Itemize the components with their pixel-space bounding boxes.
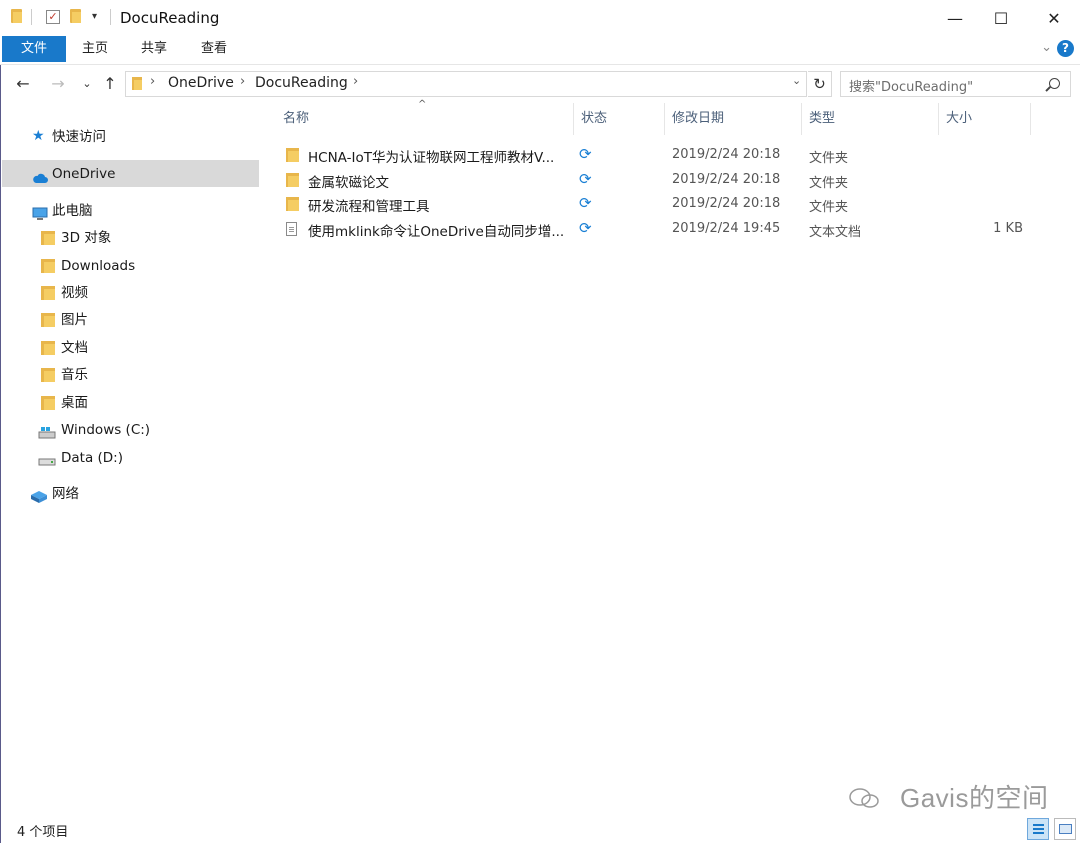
window-title: DocuReading (120, 9, 220, 27)
tab-share[interactable]: 共享 (133, 36, 175, 62)
details-view-icon[interactable] (1027, 818, 1049, 840)
sidebar-item-label: 图片 (61, 312, 88, 328)
recent-locations-chevron-icon[interactable]: ⌄ (76, 72, 98, 96)
computer-icon (32, 204, 48, 220)
sidebar-item-label: 音乐 (61, 367, 88, 383)
file-date: 2019/2/24 20:18 (672, 196, 781, 211)
folder-icon (11, 9, 22, 23)
sidebar-item-label: Downloads (61, 258, 136, 274)
sync-icon: ⟳ (579, 170, 592, 188)
file-row[interactable]: 金属软磁论文 ⟳ 2019/2/24 20:18 文件夹 (278, 168, 1030, 192)
forward-arrow-icon[interactable]: → (47, 72, 69, 96)
breadcrumb-separator[interactable]: › (150, 74, 155, 89)
help-icon[interactable]: ? (1057, 40, 1074, 57)
address-dropdown-chevron-icon[interactable]: ⌄ (792, 74, 801, 87)
tab-view[interactable]: 查看 (193, 36, 235, 62)
divider (31, 9, 32, 25)
search-input[interactable]: 搜索"DocuReading" (840, 71, 1071, 97)
sidebar-item-label: 视频 (61, 285, 88, 301)
drive-icon (38, 451, 56, 466)
wechat-icon (848, 786, 882, 810)
breadcrumb-separator[interactable]: › (240, 74, 245, 89)
folder-icon (286, 148, 299, 162)
search-placeholder: 搜索"DocuReading" (849, 80, 974, 95)
breadcrumb-onedrive[interactable]: OneDrive (168, 75, 234, 91)
file-type: 文本文档 (809, 225, 862, 240)
file-date: 2019/2/24 20:18 (672, 147, 781, 162)
file-row[interactable]: 研发流程和管理工具 ⟳ 2019/2/24 20:18 文件夹 (278, 192, 1030, 216)
file-date: 2019/2/24 19:45 (672, 221, 781, 236)
customize-quick-access-chevron-icon[interactable]: ▾ (92, 11, 97, 22)
tab-home[interactable]: 主页 (74, 36, 116, 62)
sidebar-item-label: Data (D:) (61, 450, 124, 466)
music-folder-icon (41, 368, 55, 382)
sidebar-item-label: 桌面 (61, 395, 88, 411)
breadcrumb-docureading[interactable]: DocuReading (255, 75, 348, 91)
title-bar: ✓ ▾ DocuReading — ☐ ✕ (0, 0, 1080, 36)
status-item-count: 4 个项目 (17, 825, 69, 840)
large-icons-view-icon[interactable] (1054, 818, 1076, 840)
file-date: 2019/2/24 20:18 (672, 172, 781, 187)
network-icon (30, 487, 47, 503)
3d-objects-folder-icon (41, 231, 55, 245)
downloads-folder-icon (41, 259, 55, 273)
file-name: 使用mklink命令让OneDrive自动同步增... (308, 224, 565, 240)
maximize-button[interactable]: ☐ (978, 0, 1024, 36)
sidebar-item-label: 文档 (61, 340, 88, 356)
desktop-folder-icon (41, 396, 55, 410)
file-row[interactable]: HCNA-IoT华为认证物联网工程师教材V... ⟳ 2019/2/24 20:… (278, 143, 1030, 167)
watermark-text: Gavis的空间 (900, 783, 1049, 813)
ribbon-tabs: 文件 主页 共享 查看 ⌄ ? (0, 36, 1080, 65)
expand-ribbon-chevron-icon[interactable]: ⌄ (1041, 40, 1052, 55)
window-border (0, 0, 1, 843)
sidebar-item-label: 3D 对象 (61, 230, 112, 246)
pictures-folder-icon (41, 313, 55, 327)
star-icon: ★ (32, 128, 45, 144)
refresh-icon[interactable]: ↻ (808, 71, 832, 97)
sidebar-item-label: 网络 (52, 486, 79, 502)
column-header-name[interactable]: 名称 (276, 103, 574, 135)
breadcrumb-separator[interactable]: › (353, 74, 358, 89)
new-folder-icon[interactable] (70, 9, 81, 23)
videos-folder-icon (41, 286, 55, 300)
column-header-date-modified[interactable]: 修改日期 (665, 103, 802, 135)
divider (110, 9, 111, 25)
sync-icon: ⟳ (579, 145, 592, 163)
folder-icon (286, 197, 299, 211)
file-name: 金属软磁论文 (308, 175, 389, 191)
file-name: 研发流程和管理工具 (308, 199, 430, 215)
file-type: 文件夹 (809, 151, 849, 166)
file-type: 文件夹 (809, 176, 849, 191)
column-header-type[interactable]: 类型 (802, 103, 939, 135)
sidebar-item-label: 此电脑 (52, 203, 93, 219)
sync-icon: ⟳ (579, 219, 592, 237)
folder-icon (132, 77, 142, 90)
up-arrow-icon[interactable]: ↑ (99, 72, 121, 96)
file-row[interactable]: 使用mklink命令让OneDrive自动同步增... ⟳ 2019/2/24 … (278, 217, 1030, 241)
folder-icon (286, 173, 299, 187)
sidebar-item-label: OneDrive (52, 166, 116, 182)
properties-icon[interactable]: ✓ (46, 10, 60, 24)
cloud-icon (32, 167, 48, 183)
sidebar-item-label: 快速访问 (52, 129, 106, 145)
sync-icon: ⟳ (579, 194, 592, 212)
tab-file[interactable]: 文件 (2, 36, 66, 62)
back-arrow-icon[interactable]: ← (12, 72, 34, 96)
address-bar[interactable]: › OneDrive › DocuReading › (125, 71, 807, 97)
column-header-status[interactable]: 状态 (574, 103, 665, 135)
text-document-icon (286, 222, 297, 236)
close-button[interactable]: ✕ (1031, 0, 1077, 36)
windows-drive-icon (38, 423, 56, 439)
column-header-size[interactable]: 大小 (939, 103, 1031, 135)
file-name: HCNA-IoT华为认证物联网工程师教材V... (308, 150, 555, 166)
file-size: 1 KB (993, 221, 1023, 236)
documents-folder-icon (41, 341, 55, 355)
sidebar-item-label: Windows (C:) (61, 422, 151, 438)
file-type: 文件夹 (809, 200, 849, 215)
search-icon[interactable] (1049, 78, 1060, 89)
minimize-button[interactable]: — (932, 0, 978, 36)
